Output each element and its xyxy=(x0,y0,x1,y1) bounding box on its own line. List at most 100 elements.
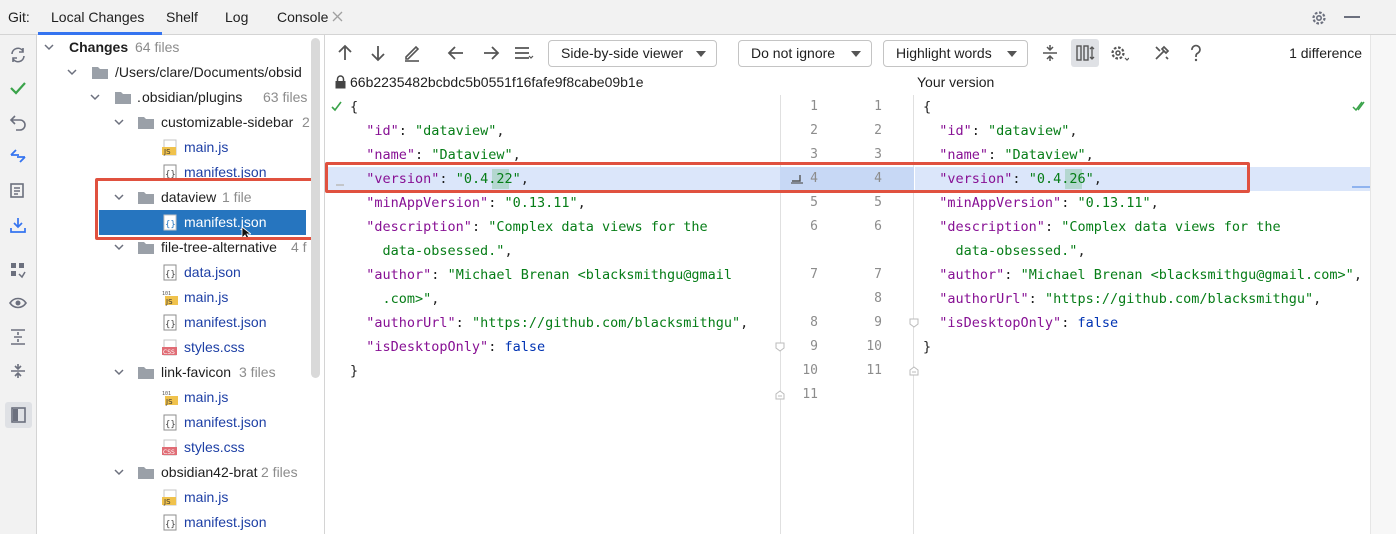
fold-icon[interactable] xyxy=(775,342,785,352)
file-label: main.js xyxy=(184,489,229,505)
file-label: manifest.json xyxy=(184,314,267,330)
file-list-icon[interactable] xyxy=(512,41,536,65)
line-number: 5 xyxy=(810,195,818,210)
svg-text:{}: {} xyxy=(165,520,176,530)
tree-file-styles-css[interactable]: CSS styles.css xyxy=(37,435,324,460)
svg-text:{}: {} xyxy=(165,320,176,330)
check-icon xyxy=(331,101,342,112)
chevron-down-icon xyxy=(114,119,124,126)
chevron-down-icon xyxy=(90,94,100,101)
tree-file-styles-css[interactable]: CSS styles.css xyxy=(37,335,324,360)
whitespace-dropdown[interactable]: Do not ignore xyxy=(738,40,872,67)
fold-icon[interactable] xyxy=(909,318,919,328)
preview-diff-toggle[interactable] xyxy=(5,402,32,428)
folder-count: 2 xyxy=(302,114,310,130)
line-number: 9 xyxy=(874,315,882,330)
line-number: 2 xyxy=(810,123,818,138)
json-file-icon: {} xyxy=(163,314,177,331)
sync-scroll-icon[interactable] xyxy=(1071,39,1099,67)
diff-toolbar: Side-by-side viewer Do not ignore Highli… xyxy=(326,35,1370,71)
tree-file-main-js[interactable]: 101 JS main.js xyxy=(37,285,324,310)
folder-icon xyxy=(115,92,131,104)
js-file-icon: 101JS xyxy=(162,391,178,406)
prev-difference-icon[interactable] xyxy=(333,41,357,65)
plugins-label: obsidian/plugins xyxy=(142,89,243,105)
line-number: 8 xyxy=(874,291,882,306)
eye-icon[interactable] xyxy=(8,293,28,313)
js-file-icon: JS xyxy=(162,489,177,506)
editor-scrollbar[interactable] xyxy=(1370,35,1396,534)
annotation-highlight-box xyxy=(95,178,319,240)
svg-text:JS: JS xyxy=(165,298,173,306)
svg-text:JS: JS xyxy=(165,398,173,406)
folder-icon xyxy=(138,467,154,479)
tab-log[interactable]: Log xyxy=(225,0,248,35)
folder-count: 3 files xyxy=(239,364,276,380)
tab-local-changes[interactable]: Local Changes xyxy=(51,0,144,35)
commit-message-icon[interactable] xyxy=(8,181,28,201)
tree-node-plugins[interactable]: . obsidian/plugins 63 files xyxy=(37,85,324,110)
rollback-icon[interactable] xyxy=(8,112,28,132)
show-diff-icon[interactable] xyxy=(8,146,28,166)
right-code: { "id": "dataview", "name": "Dataview", … xyxy=(923,99,1362,355)
settings-gear-icon[interactable] xyxy=(1107,41,1131,65)
path-label: /Users/clare/Documents/obsid xyxy=(115,64,302,80)
fold-icon[interactable] xyxy=(909,366,919,376)
group-by-icon[interactable] xyxy=(8,260,28,280)
folder-label: customizable-sidebar xyxy=(161,114,294,130)
tree-file-data-json[interactable]: {} data.json xyxy=(37,260,324,285)
changes-tree: Changes 64 files /Users/clare/Documents/… xyxy=(37,35,325,534)
difference-count: 1 difference xyxy=(1289,45,1362,61)
line-number: 11 xyxy=(866,363,882,378)
edit-source-icon[interactable] xyxy=(400,41,424,65)
tab-console[interactable]: Console xyxy=(277,0,328,35)
help-icon[interactable] xyxy=(1184,41,1208,65)
commit-check-icon[interactable] xyxy=(8,78,28,98)
tree-node-changes[interactable]: Changes 64 files xyxy=(37,35,324,60)
css-file-icon: CSS xyxy=(162,339,177,356)
json-file-icon: {} xyxy=(163,264,177,281)
prev-file-icon[interactable] xyxy=(444,41,468,65)
svg-text:{}: {} xyxy=(165,420,176,430)
plugins-prefix: . xyxy=(137,89,141,105)
close-tab-icon[interactable] xyxy=(331,10,344,23)
expand-all-icon[interactable] xyxy=(8,327,28,347)
file-label: main.js xyxy=(184,289,229,305)
minimize-icon[interactable] xyxy=(1344,16,1360,18)
line-number: 7 xyxy=(810,267,818,282)
next-difference-icon[interactable] xyxy=(366,41,390,65)
collapse-unchanged-icon[interactable] xyxy=(1038,41,1062,65)
tree-file-manifest-json[interactable]: {} manifest.json xyxy=(37,510,324,534)
line-number: 8 xyxy=(810,315,818,330)
viewer-mode-dropdown[interactable]: Side-by-side viewer xyxy=(548,40,717,67)
tree-node-path[interactable]: /Users/clare/Documents/obsid xyxy=(37,60,324,85)
file-label: styles.css xyxy=(184,339,245,355)
gear-icon[interactable] xyxy=(1310,9,1328,27)
tree-file-manifest-json[interactable]: {} manifest.json xyxy=(37,310,324,335)
fold-icon[interactable] xyxy=(775,390,785,400)
window: Git: Local Changes Shelf Log Console Cha… xyxy=(0,0,1396,534)
chevron-down-icon xyxy=(1007,51,1017,57)
highlight-dropdown[interactable]: Highlight words xyxy=(883,40,1028,67)
shelve-icon[interactable] xyxy=(8,215,28,235)
folder-label: link-favicon xyxy=(161,364,232,380)
tree-node-link-favicon[interactable]: link-favicon 3 files xyxy=(37,360,324,385)
tree-node-customizable-sidebar[interactable]: customizable-sidebar 2 xyxy=(37,110,324,135)
next-file-icon[interactable] xyxy=(479,41,503,65)
left-revision-header: 66b2235482bcbdc5b0551f16fafe9f8cabe09b1e xyxy=(350,74,644,90)
line-number: 5 xyxy=(874,195,882,210)
file-label: data.json xyxy=(184,264,241,280)
tools-icon[interactable] xyxy=(1150,41,1174,65)
tree-file-manifest-json[interactable]: {} manifest.json xyxy=(37,410,324,435)
refresh-icon[interactable] xyxy=(8,45,28,65)
line-number: 10 xyxy=(802,363,818,378)
tab-shelf[interactable]: Shelf xyxy=(166,0,198,35)
tree-file-main-js[interactable]: JS main.js xyxy=(37,485,324,510)
tree-file-main-js[interactable]: JS main.js xyxy=(37,135,324,160)
tree-node-obsidian42-brat[interactable]: obsidian42-brat 2 files xyxy=(37,460,324,485)
svg-text:CSS: CSS xyxy=(163,349,175,356)
collapse-all-icon[interactable] xyxy=(8,361,28,381)
vcs-toolstrip xyxy=(0,35,37,534)
tree-scrollbar[interactable] xyxy=(311,38,320,378)
tree-file-main-js[interactable]: 101 JS main.js xyxy=(37,385,324,410)
